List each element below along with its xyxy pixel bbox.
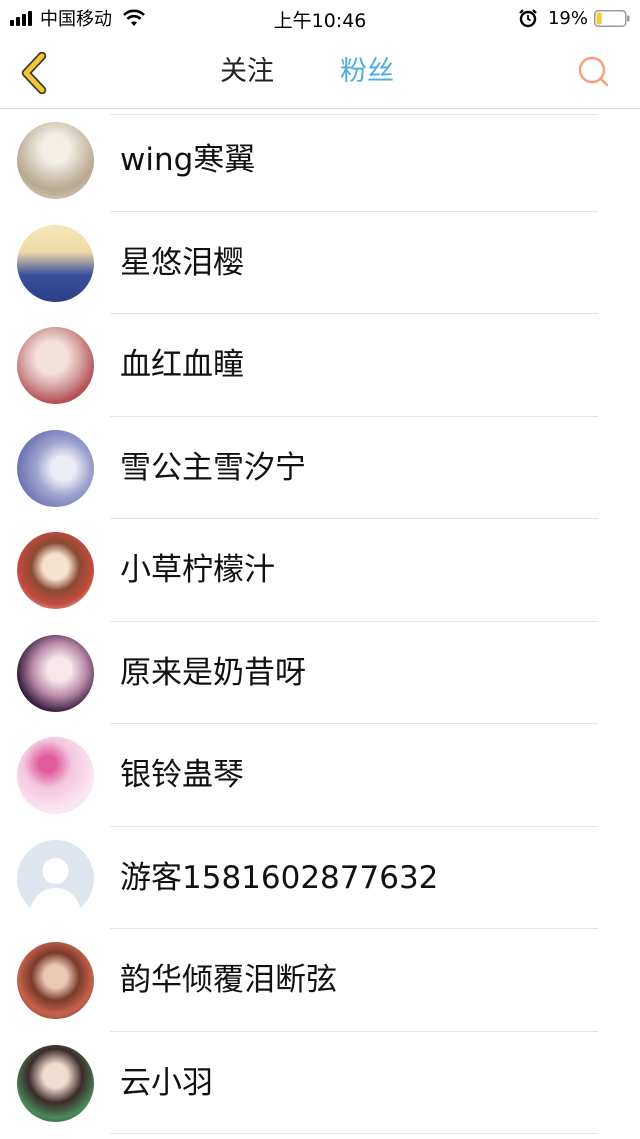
fan-name: 小草柠檬汁 (120, 552, 275, 588)
list-item[interactable]: 银铃蛊琴 (0, 724, 640, 827)
default-user-icon (29, 857, 82, 917)
anime-avatar (17, 1044, 94, 1122)
fan-name: 韵华倾覆泪断弦 (120, 962, 337, 998)
list-item[interactable]: 游客1581602877632 (0, 827, 640, 929)
anime-avatar (17, 122, 94, 199)
divider (110, 1133, 598, 1134)
anime-avatar (17, 224, 94, 302)
status-bar: 中国移动 上午10:46 19% (0, 0, 640, 36)
list-item[interactable]: 原来是奶昔呀 (0, 622, 640, 724)
alarm-icon (519, 9, 537, 28)
fan-name: 云小羽 (120, 1064, 213, 1101)
nav-bar: 关注 粉丝 (0, 36, 640, 109)
list-item[interactable]: 韵华倾覆泪断弦 (0, 929, 640, 1032)
back-button[interactable] (14, 50, 54, 96)
fan-name: 血红血瞳 (120, 347, 244, 383)
anime-avatar (17, 532, 94, 609)
anime-avatar (17, 737, 94, 814)
list-item[interactable]: 血红血瞳 (0, 314, 640, 417)
list-item[interactable]: 雪公主雪汐宁 (0, 417, 640, 519)
list-item[interactable]: 星悠泪樱 (0, 212, 640, 314)
anime-avatar (17, 634, 94, 712)
fan-name: 银铃蛊琴 (120, 757, 244, 793)
list-item[interactable]: 云小羽 (0, 1032, 640, 1134)
search-icon[interactable] (576, 54, 612, 90)
chevron-left-icon (21, 52, 47, 94)
status-right: 19% (518, 6, 630, 30)
fan-name: wing寒翼 (120, 142, 256, 178)
fan-name: 星悠泪樱 (120, 244, 244, 281)
anime-avatar (17, 327, 94, 404)
battery-percent: 19% (547, 7, 588, 29)
fan-name: 游客1581602877632 (120, 859, 439, 896)
fans-list: wing寒翼 星悠泪樱 血红血瞳 雪公主雪汐宁 小草柠檬汁 原来是奶昔呀 银铃蛊… (0, 109, 640, 1134)
list-item[interactable]: wing寒翼 (0, 109, 640, 212)
tab-fans[interactable]: 粉丝 (340, 52, 394, 92)
list-item[interactable]: 小草柠檬汁 (0, 519, 640, 622)
fan-name: 雪公主雪汐宁 (120, 449, 306, 486)
battery-icon (594, 9, 630, 27)
default-user-avatar (17, 839, 94, 917)
anime-avatar (17, 942, 94, 1019)
fan-name: 原来是奶昔呀 (120, 654, 306, 691)
photo-avatar (17, 429, 94, 507)
tab-following[interactable]: 关注 (220, 52, 274, 92)
